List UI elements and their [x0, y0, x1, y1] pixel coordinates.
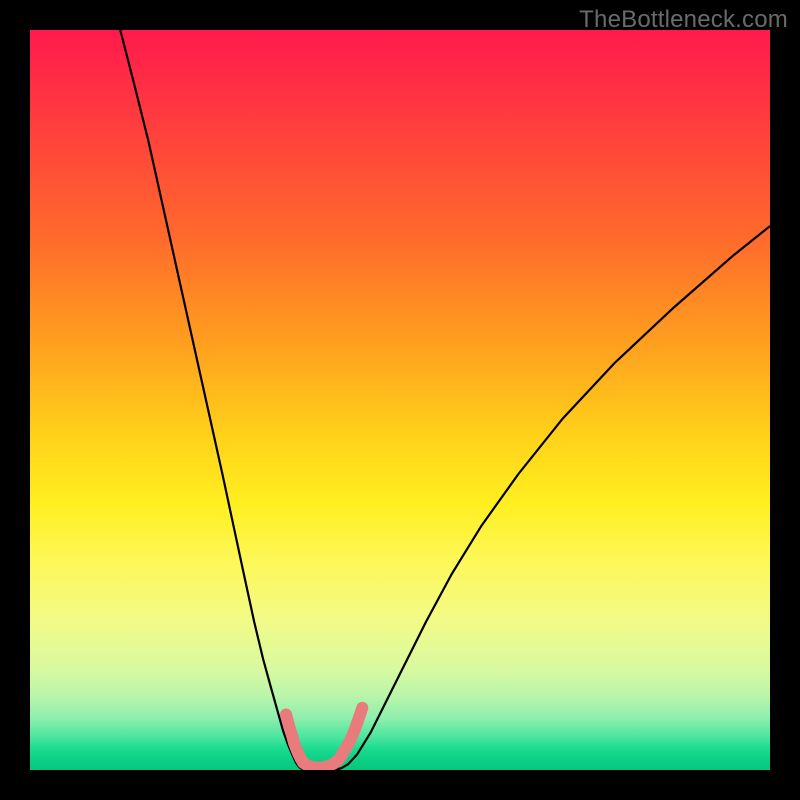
right-curve [341, 226, 770, 768]
left-curve [120, 30, 301, 769]
chart-frame: TheBottleneck.com [0, 0, 800, 800]
watermark-text: TheBottleneck.com [579, 6, 788, 34]
left-bump [286, 715, 303, 763]
plot-area [30, 30, 770, 770]
right-bump [344, 708, 363, 752]
curve-layer [30, 30, 770, 770]
floor-bump [303, 752, 344, 768]
